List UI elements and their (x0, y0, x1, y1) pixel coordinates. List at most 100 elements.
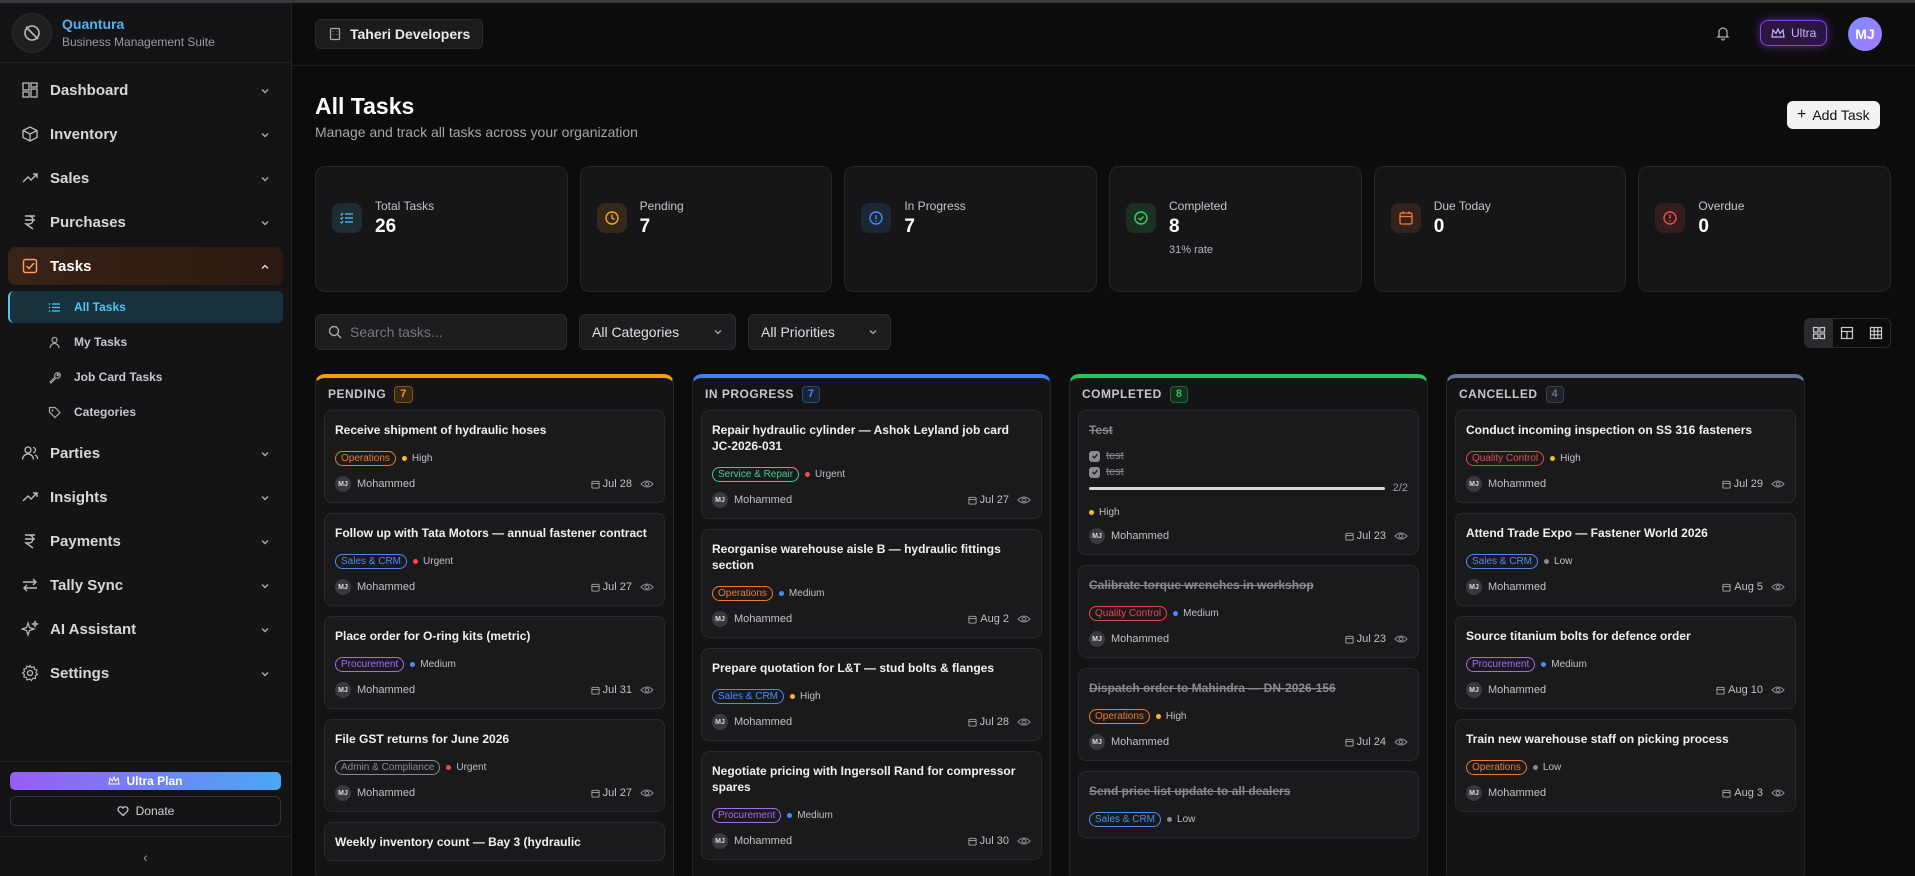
task-card[interactable]: Source titanium bolts for defence order P… (1455, 616, 1796, 709)
view-eye-icon[interactable] (1394, 634, 1408, 644)
calendar-icon (591, 480, 600, 489)
stat-label: Due Today (1433, 199, 1491, 213)
sidebar-item-settings[interactable]: Settings (8, 654, 283, 692)
view-eye-icon[interactable] (1771, 479, 1785, 489)
stat-card-in-progress[interactable]: In Progress 7 (844, 166, 1098, 292)
view-eye-icon[interactable] (1771, 788, 1785, 798)
org-switcher[interactable]: Taheri Developers (315, 19, 484, 49)
task-card[interactable]: Place order for O-ring kits (metric) Proc… (324, 616, 665, 709)
view-eye-icon[interactable] (1394, 531, 1408, 541)
task-card[interactable]: Send price list update to all dealers Sal… (1078, 771, 1419, 838)
priority-badge: Medium (1173, 608, 1219, 619)
sidebar-item-inventory[interactable]: Inventory (8, 115, 283, 153)
sidebar-item-label: Payments (50, 532, 121, 550)
view-eye-icon[interactable] (1017, 495, 1031, 505)
table-view-button[interactable] (1833, 319, 1861, 347)
sidebar-item-parties[interactable]: Parties (8, 434, 283, 472)
task-card[interactable]: Follow up with Tata Motors — annual fast… (324, 513, 665, 606)
task-title: Negotiate pricing with Ingersoll Rand fo… (712, 764, 1016, 794)
collapse-sidebar-button[interactable]: ‹ (0, 836, 291, 876)
submenu-item-all-tasks[interactable]: All Tasks (8, 291, 283, 323)
donate-button[interactable]: Donate (10, 796, 281, 826)
column-title: COMPLETED (1082, 387, 1162, 401)
task-card[interactable]: Conduct incoming inspection on SS 316 fa… (1455, 410, 1796, 503)
submenu-item-categories[interactable]: Categories (8, 396, 283, 428)
due-date: Aug 5 (1722, 581, 1763, 593)
task-card[interactable]: Dispatch order to Mahindra — DN-2026-156… (1078, 668, 1419, 761)
stat-card-pending[interactable]: Pending 7 (579, 166, 833, 292)
sidebar-item-tasks[interactable]: Tasks (8, 247, 283, 285)
stat-card-overdue[interactable]: Overdue 0 (1638, 166, 1892, 292)
assignee-name: Mohammed (734, 494, 793, 506)
view-eye-icon[interactable] (640, 479, 654, 489)
assignee-name: Mohammed (1488, 684, 1547, 696)
sidebar-item-dashboard[interactable]: Dashboard (8, 71, 283, 109)
submenu-item-job-card-tasks[interactable]: Job Card Tasks (8, 361, 283, 393)
gear-icon (20, 663, 40, 683)
view-eye-icon[interactable] (640, 582, 654, 592)
sidebar-item-payments[interactable]: Payments (8, 522, 283, 560)
view-eye-icon[interactable] (1771, 685, 1785, 695)
notifications-bell-icon[interactable] (1715, 25, 1731, 46)
category-select[interactable]: All Categories (579, 314, 736, 350)
task-card[interactable]: Receive shipment of hydraulic hoses Opera… (324, 410, 665, 503)
view-eye-icon[interactable] (640, 685, 654, 695)
grid-view-button[interactable] (1862, 319, 1890, 347)
stat-card-due-today[interactable]: Due Today 0 (1373, 166, 1627, 292)
view-eye-icon[interactable] (1017, 717, 1031, 727)
priority-select[interactable]: All Priorities (748, 314, 891, 350)
view-eye-icon[interactable] (640, 788, 654, 798)
column-cancelled: CANCELLED 4 Conduct incoming inspection on… (1446, 374, 1805, 876)
ultra-plan-button[interactable]: Ultra Plan (10, 772, 281, 790)
stat-label: Pending (639, 199, 684, 213)
kanban-view-button[interactable] (1805, 319, 1834, 347)
task-tags: Operations High (1089, 709, 1408, 724)
submenu-item-my-tasks[interactable]: My Tasks (8, 326, 283, 358)
priority-badge: Medium (778, 588, 825, 599)
search-input[interactable] (350, 324, 550, 340)
view-eye-icon[interactable] (1771, 582, 1785, 592)
task-card[interactable]: Weekly inventory count — Bay 3 (hydrauli… (324, 822, 665, 861)
view-eye-icon[interactable] (1017, 836, 1031, 846)
sidebar-item-label: Insights (50, 488, 108, 506)
task-card[interactable]: Prepare quotation for L&T — stud bolts &… (701, 648, 1042, 741)
category-tag: Operations (335, 451, 396, 466)
sidebar-item-insights[interactable]: Insights (8, 478, 283, 516)
sidebar-item-sales[interactable]: Sales (8, 159, 283, 197)
task-card[interactable]: File GST returns for June 2026 Admin & Co… (324, 719, 665, 812)
task-card[interactable]: Test test test 2/2 High MJ Mohammed Jul 23 (1078, 410, 1419, 555)
category-tag: Quality Control (1466, 451, 1545, 466)
task-tags: Operations High (335, 451, 654, 466)
checklist-item[interactable]: test (1089, 450, 1408, 462)
priority-badge: Low (1532, 762, 1561, 773)
task-card[interactable]: Attend Trade Expo — Fastener World 2026 S… (1455, 513, 1796, 606)
sidebar-item-ai-assistant[interactable]: AI Assistant (8, 610, 283, 648)
add-task-button[interactable]: + Add Task (1787, 101, 1880, 129)
stat-card-completed[interactable]: Completed 8 31% rate (1109, 166, 1362, 292)
task-footer: MJ Mohammed Aug 5 (1466, 579, 1785, 595)
sidebar-item-label: Purchases (50, 213, 126, 231)
assignee-name: Mohammed (357, 581, 416, 593)
view-eye-icon[interactable] (1017, 614, 1031, 624)
view-eye-icon[interactable] (1394, 737, 1408, 747)
sidebar-item-label: Sales (50, 169, 90, 187)
task-title: Weekly inventory count — Bay 3 (hydrauli… (335, 835, 581, 849)
ultra-badge[interactable]: Ultra (1760, 20, 1828, 46)
task-card[interactable]: Repair hydraulic cylinder — Ashok Leylan… (701, 410, 1042, 519)
category-tag: Operations (1089, 709, 1150, 724)
task-card[interactable]: Reorganise warehouse aisle B — hydraulic… (701, 529, 1042, 638)
task-card[interactable]: Calibrate torque wrenches in workshop Qua… (1078, 565, 1419, 658)
task-card[interactable]: Train new warehouse staff on picking pro… (1455, 719, 1796, 812)
stat-card-total-tasks[interactable]: Total Tasks 26 (315, 166, 568, 292)
sidebar-item-tally-sync[interactable]: Tally Sync (8, 566, 283, 604)
brand[interactable]: Quantura Business Management Suite (0, 3, 291, 63)
task-card[interactable]: Negotiate pricing with Ingersoll Rand fo… (701, 751, 1042, 860)
checklist-item[interactable]: test (1089, 466, 1408, 478)
due-date-label: Jul 28 (979, 716, 1009, 728)
user-avatar[interactable]: MJ (1848, 17, 1882, 51)
column-count: 8 (1169, 385, 1189, 403)
due-date: Aug 3 (1722, 787, 1763, 799)
sidebar-item-purchases[interactable]: Purchases (8, 203, 283, 241)
search-box[interactable] (315, 314, 567, 350)
task-footer: MJ Mohammed Jul 30 (712, 833, 1031, 849)
